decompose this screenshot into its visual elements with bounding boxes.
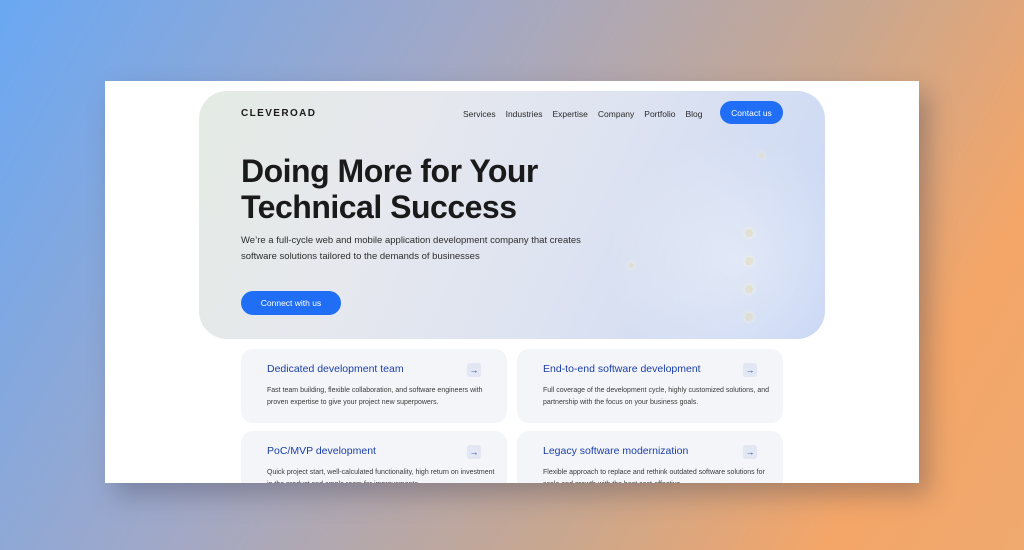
decorative-dot (745, 257, 753, 265)
page-background: { "header": { "logo": "CLEVEROAD", "nav"… (0, 0, 1024, 550)
service-card-description: Fast team building, flexible collaborati… (267, 387, 483, 406)
service-card-title: PoC/MVP development (267, 445, 376, 457)
decorative-dot (759, 153, 764, 158)
hero-section: CLEVEROAD Services Industries Expertise … (199, 91, 825, 339)
nav-item-expertise[interactable]: Expertise (552, 109, 587, 119)
nav-item-blog[interactable]: Blog (685, 109, 702, 119)
connect-with-us-button[interactable]: Connect with us (241, 291, 341, 315)
decorative-dot (745, 285, 753, 293)
nav-item-industries[interactable]: Industries (506, 109, 543, 119)
hero-subtitle: We’re a full-cycle web and mobile applic… (241, 235, 581, 262)
service-card-end-to-end[interactable]: End-to-end software development Full cov… (517, 349, 783, 423)
nav-item-company[interactable]: Company (598, 109, 634, 119)
nav-item-services[interactable]: Services (463, 109, 496, 119)
decorative-dot (629, 263, 634, 268)
service-card-title: Legacy software modernization (543, 445, 689, 457)
arrow-right-icon[interactable]: → (743, 363, 757, 377)
contact-us-button[interactable]: Contact us (720, 101, 783, 124)
hero-glow (605, 131, 825, 339)
cleveroad-logo[interactable]: CLEVEROAD (241, 108, 316, 119)
nav-item-portfolio[interactable]: Portfolio (644, 109, 675, 119)
arrow-right-icon[interactable]: → (467, 445, 481, 459)
decorative-dot (745, 313, 753, 321)
service-card-description: Quick project start, well-calculated fun… (267, 469, 495, 483)
hero-headline: Doing More for Your Technical Success (241, 153, 538, 225)
service-card-dedicated-team[interactable]: Dedicated development team Fast team bui… (241, 349, 507, 423)
service-card-description: Full coverage of the development cycle, … (543, 387, 770, 406)
service-card-title: End-to-end software development (543, 363, 701, 375)
service-card-title: Dedicated development team (267, 363, 404, 375)
service-card-poc-mvp[interactable]: PoC/MVP development Quick project start,… (241, 431, 507, 483)
arrow-right-icon[interactable]: → (467, 363, 481, 377)
service-card-description: Flexible approach to replace and rethink… (543, 469, 765, 483)
browser-window: CLEVEROAD Services Industries Expertise … (105, 81, 919, 483)
service-card-legacy-modernization[interactable]: Legacy software modernization Flexible a… (517, 431, 783, 483)
main-nav: Services Industries Expertise Company Po… (463, 109, 702, 119)
decorative-dot (745, 229, 753, 237)
arrow-right-icon[interactable]: → (743, 445, 757, 459)
